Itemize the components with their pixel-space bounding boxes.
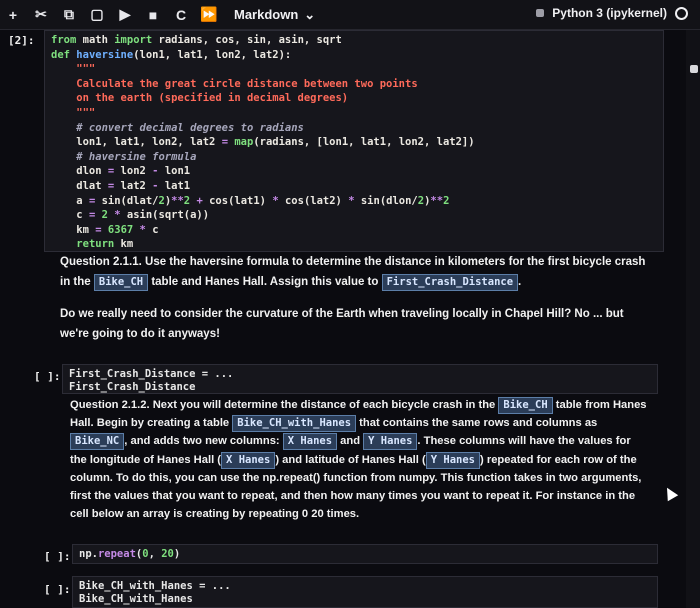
code-tag: Bike_NC [70, 433, 125, 451]
cell-prompt: [ ]: [34, 370, 61, 383]
code-cell-first-crash-distance[interactable]: First_Crash_Distance = ... First_Crash_D… [62, 364, 658, 394]
copy-button[interactable]: ⧉ [58, 4, 80, 26]
cell-type-label: Markdown [234, 7, 299, 22]
code-line: First_Crash_Distance = ... [69, 368, 234, 380]
md-text: table and Hanes Hall. Assign this value … [148, 276, 382, 288]
code-cell-bike-ch-with-hanes[interactable]: Bike_CH_with_Hanes = ... Bike_CH_with_Ha… [72, 576, 658, 608]
mouse-cursor [661, 484, 679, 502]
run-button[interactable]: ▶ [114, 4, 136, 26]
property-inspector-icon[interactable] [690, 65, 698, 73]
md-text: and [337, 435, 364, 448]
code-tag: X Hanes [221, 451, 276, 469]
md-text: ) and latitude of Hanes Hall ( [275, 453, 426, 466]
question-label: Question 2.1.1. [60, 256, 142, 268]
kernel-status[interactable]: Python 3 (ipykernel) [536, 6, 688, 20]
chevron-down-icon: ⌄ [304, 6, 316, 22]
code-tag: Bike_CH [498, 397, 553, 414]
right-sidebar [686, 30, 700, 608]
md-text: that contains the same rows and columns … [356, 417, 598, 430]
code-tag: Bike_CH [93, 274, 149, 291]
code-tag: Bike_CH_with_Hanes [232, 415, 357, 433]
markdown-paragraph: Do we really need to consider the curvat… [60, 308, 624, 340]
fast-forward-button[interactable]: ⏩ [198, 4, 220, 26]
code-tag: Y Hanes [363, 433, 418, 451]
code-line: Bike_CH_with_Hanes = ... [79, 580, 231, 592]
md-text: . [518, 276, 522, 288]
notebook-toolbar: + ✂ ⧉ ▢ ▶ ■ C ⏩ Markdown ⌄ Python 3 (ipy… [0, 0, 700, 30]
code-cell-haversine[interactable]: from math import radians, cos, sin, asin… [44, 30, 664, 252]
markdown-question-2-1-2: Question 2.1.2. Next you will determine … [70, 396, 650, 523]
paste-button[interactable]: ▢ [86, 4, 108, 26]
cut-button[interactable]: ✂ [30, 4, 52, 26]
code-cell-np-repeat[interactable]: np.repeat(0, 20) [72, 544, 658, 564]
cell-prompt: [2]: [8, 34, 35, 47]
code-line: np.repeat(0, 20) [79, 548, 181, 560]
kernel-name: Python 3 (ipykernel) [552, 6, 667, 20]
code-line: Bike_CH_with_Hanes [79, 593, 193, 605]
cell-type-select[interactable]: Markdown ⌄ [234, 7, 315, 23]
cell-prompt: [ ]: [44, 583, 71, 596]
code-tag: First_Crash_Distance [381, 274, 519, 291]
code-tag: Y Hanes [425, 451, 481, 469]
md-text: Next you will determine the distance of … [149, 399, 499, 411]
code-line: First_Crash_Distance [69, 381, 196, 393]
restart-button[interactable]: C [170, 4, 192, 26]
markdown-question-2-1-1: Question 2.1.1. Use the haversine formul… [60, 252, 650, 292]
stop-button[interactable]: ■ [142, 4, 164, 26]
debugger-icon[interactable] [536, 9, 545, 17]
md-text: , and adds two new columns: [124, 435, 283, 448]
code-editor[interactable]: from math import radians, cos, sin, asin… [45, 31, 663, 254]
code-tag: X Hanes [282, 433, 338, 451]
cell-prompt: [ ]: [44, 550, 71, 563]
question-label: Question 2.1.2. [70, 399, 150, 411]
kernel-idle-icon [675, 6, 688, 20]
add-cell-button[interactable]: + [2, 4, 24, 26]
